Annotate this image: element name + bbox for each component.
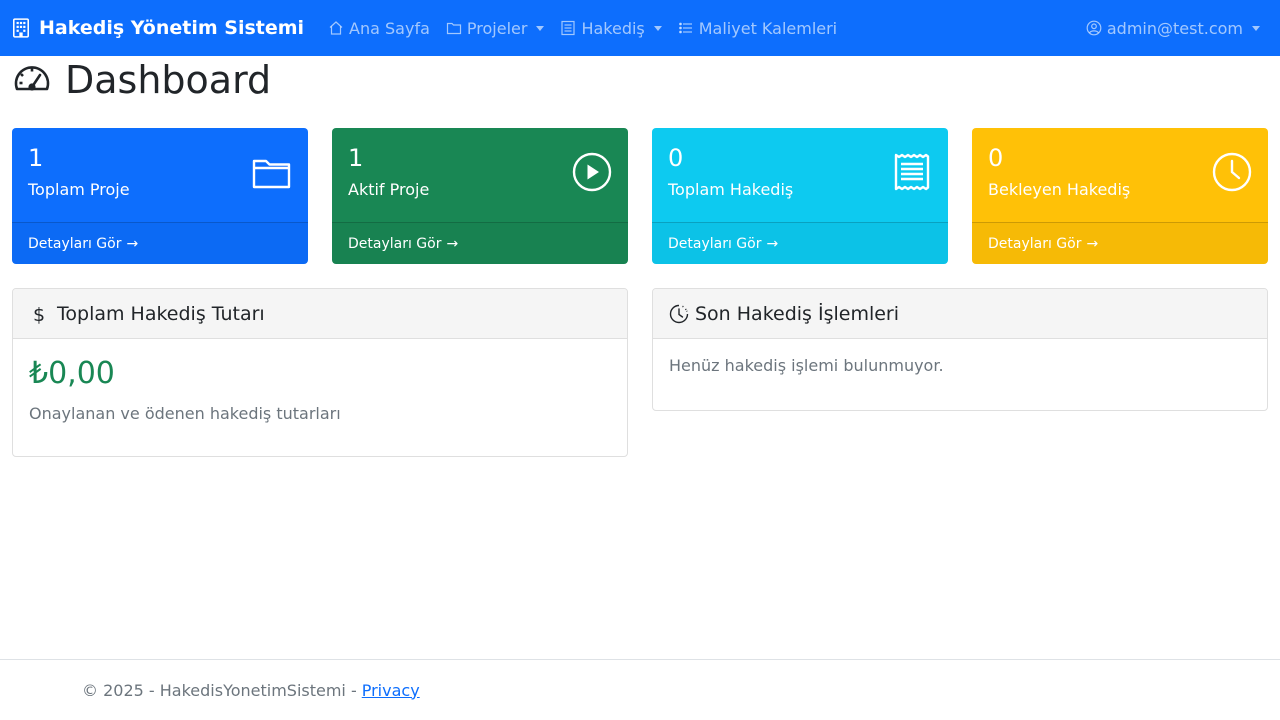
folder-icon (252, 152, 292, 192)
speedometer-icon (12, 60, 52, 100)
details-link[interactable]: Detayları Gör → (652, 222, 948, 264)
nav-projects-label: Projeler (466, 18, 528, 38)
card-header: $ Toplam Hakediş Tutarı (13, 289, 627, 339)
brand-link[interactable]: Hakediş Yönetim Sistemi (12, 17, 304, 39)
details-link[interactable]: Detayları Gör → (972, 222, 1268, 264)
details-link[interactable]: Detayları Gör → (12, 222, 308, 264)
nav-cost-items[interactable]: Maliyet Kalemleri (670, 0, 845, 56)
arrow-right-icon: → (766, 235, 779, 252)
details-link[interactable]: Detayları Gör → (332, 222, 628, 264)
chevron-down-icon (653, 25, 662, 31)
nav-projects-dropdown[interactable]: Projeler (438, 0, 553, 56)
nav-cost-items-label: Maliyet Kalemleri (698, 18, 838, 38)
clock-history-icon (669, 304, 689, 324)
stat-card-pending-hakedis: 0 Bekleyen Hakediş Detayları Gör → (972, 128, 1268, 264)
total-amount-value: ₺0,00 (29, 356, 115, 391)
chevron-down-icon (1252, 25, 1260, 31)
card-title: Son Hakediş İşlemleri (695, 302, 900, 325)
page-title: Dashboard (12, 58, 271, 102)
arrow-right-icon: → (126, 235, 139, 252)
total-amount-note: Onaylanan ve ödenen hakediş tutarları (29, 404, 341, 423)
nav-hakedis-label: Hakediş (581, 18, 645, 38)
stat-card-total-projects: 1 Toplam Proje Detayları Gör → (12, 128, 308, 264)
building-icon (12, 18, 30, 38)
details-link-label: Detayları Gör (668, 235, 762, 252)
top-navbar: Hakediş Yönetim Sistemi Ana Sayfa Projel… (0, 0, 1280, 56)
user-circle-icon (1086, 20, 1102, 36)
arrow-right-icon: → (446, 235, 459, 252)
user-menu-dropdown[interactable]: admin@test.com (1078, 0, 1268, 56)
arrow-right-icon: → (1086, 235, 1099, 252)
privacy-link[interactable]: Privacy (362, 681, 420, 700)
nav-home[interactable]: Ana Sayfa (320, 0, 438, 56)
card-title: Toplam Hakediş Tutarı (57, 302, 265, 325)
empty-state-message: Henüz hakediş işlemi bulunmuyor. (669, 356, 944, 375)
receipt-icon (892, 152, 932, 192)
user-email: admin@test.com (1106, 18, 1243, 38)
details-link-label: Detayları Gör (348, 235, 442, 252)
clock-icon (1212, 152, 1252, 192)
folder-icon (446, 20, 462, 36)
stat-card-total-hakedis: 0 Toplam Hakediş Detayları Gör → (652, 128, 948, 264)
play-circle-icon (572, 152, 612, 192)
total-amount-card: $ Toplam Hakediş Tutarı ₺0,00 Onaylanan … (12, 288, 628, 457)
dollar-icon: $ (32, 303, 46, 326)
page-footer: © 2025 - HakedisYonetimSistemi - Privacy (0, 659, 1280, 720)
receipt-icon (560, 20, 576, 36)
recent-transactions-card: Son Hakediş İşlemleri Henüz hakediş işle… (652, 288, 1268, 411)
house-icon (328, 20, 344, 36)
details-link-label: Detayları Gör (28, 235, 122, 252)
stat-card-active-projects: 1 Aktif Proje Detayları Gör → (332, 128, 628, 264)
brand-title: Hakediş Yönetim Sistemi (39, 17, 305, 39)
nav-home-label: Ana Sayfa (349, 18, 430, 38)
page-title-text: Dashboard (65, 58, 272, 102)
list-icon (678, 20, 694, 36)
nav-hakedis-dropdown[interactable]: Hakediş (552, 0, 669, 56)
copyright-text: © 2025 - HakedisYonetimSistemi - (82, 680, 357, 700)
card-header: Son Hakediş İşlemleri (653, 289, 1267, 339)
chevron-down-icon (536, 25, 545, 31)
details-link-label: Detayları Gör (988, 235, 1082, 252)
